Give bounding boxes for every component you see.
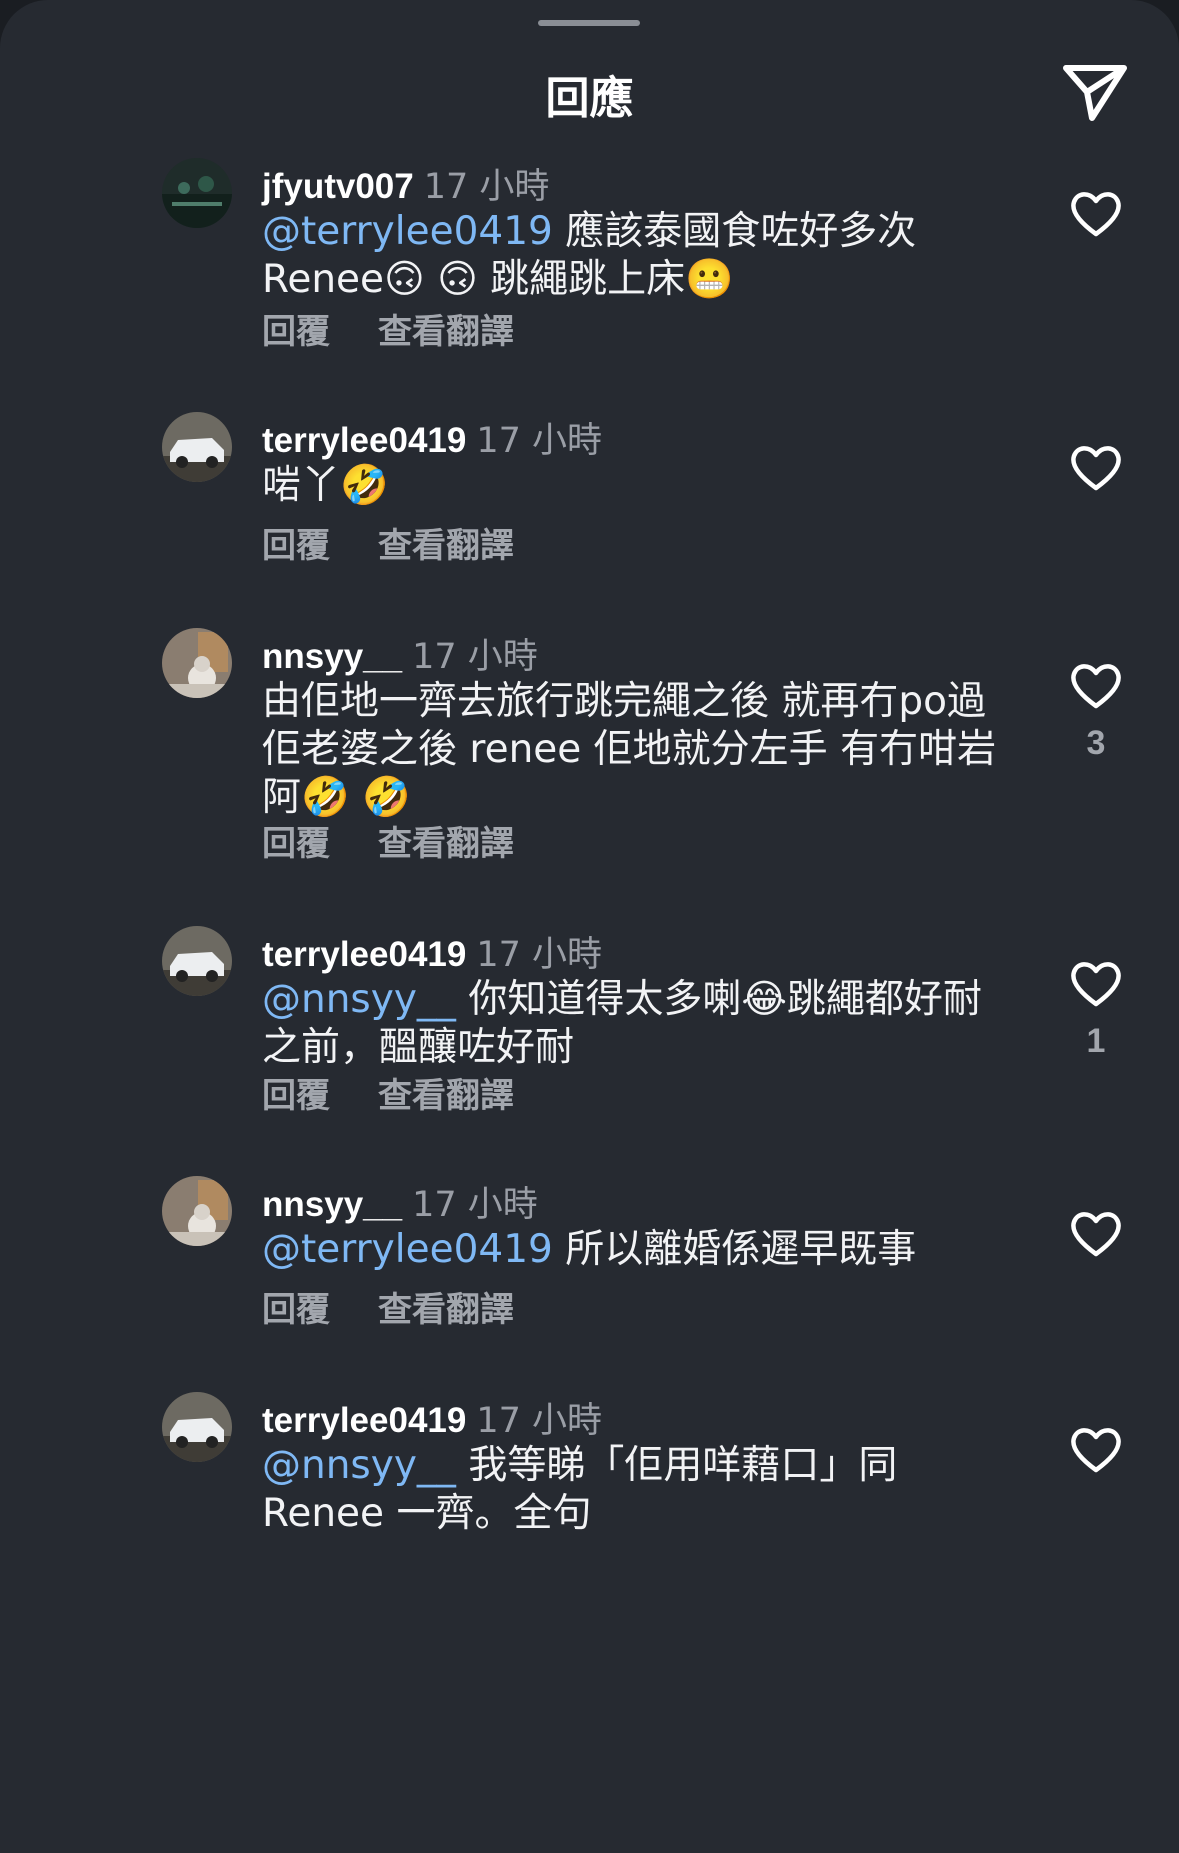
reply-button[interactable]: 回覆 xyxy=(262,312,330,352)
timestamp: 17 小時 xyxy=(476,935,603,975)
heart-outline-icon[interactable] xyxy=(1068,958,1124,1010)
comment-header: jfyutv007 17 小時 xyxy=(262,158,549,207)
username[interactable]: nnsyy__ xyxy=(262,637,402,676)
comment-text: @terrylee0419 應該泰國食咗好多次 Renee🙃 🙃 跳繩跳上床😬 xyxy=(262,208,1002,304)
username[interactable]: terrylee0419 xyxy=(262,421,466,460)
heart-outline-icon[interactable] xyxy=(1068,188,1124,240)
username[interactable]: terrylee0419 xyxy=(262,1401,466,1440)
comment-body: 所以離婚係遲早既事 xyxy=(552,1227,917,1272)
comments-sheet: 回應 jfyutv007 17 小時 @terrylee0419 應該泰國食咗好多… xyxy=(0,0,1179,1853)
timestamp: 17 小時 xyxy=(412,1185,538,1225)
comment-header: terrylee0419 17 小時 xyxy=(262,926,602,975)
timestamp: 17 小時 xyxy=(412,637,538,677)
like-count: 3 xyxy=(1086,724,1106,762)
sheet-title: 回應 xyxy=(545,73,634,124)
avatar[interactable] xyxy=(162,412,232,482)
see-translation-button[interactable]: 查看翻譯 xyxy=(378,1290,514,1330)
comment-body: 啱丫🤣 xyxy=(262,463,389,508)
avatar[interactable] xyxy=(162,1392,232,1462)
like-count: 1 xyxy=(1086,1022,1106,1060)
avatar[interactable] xyxy=(162,1176,232,1246)
comment-text: @terrylee0419 所以離婚係遲早既事 xyxy=(262,1226,1002,1274)
heart-outline-icon[interactable] xyxy=(1068,1424,1124,1476)
see-translation-button[interactable]: 查看翻譯 xyxy=(378,526,514,566)
heart-outline-icon[interactable] xyxy=(1068,1208,1124,1260)
comment-text: @nnsyy__ 你知道得太多喇😂跳繩都好耐之前，醞釀咗好耐 xyxy=(262,976,1002,1072)
comment-actions: 回覆 查看翻譯 xyxy=(262,1282,514,1331)
avatar[interactable] xyxy=(162,158,232,228)
reply-button[interactable]: 回覆 xyxy=(262,526,330,566)
reply-button[interactable]: 回覆 xyxy=(262,1290,330,1330)
comment-actions: 回覆 查看翻譯 xyxy=(262,518,514,567)
avatar[interactable] xyxy=(162,926,232,996)
timestamp: 17 小時 xyxy=(476,421,603,461)
see-translation-button[interactable]: 查看翻譯 xyxy=(378,312,514,352)
comment-header: nnsyy__ 17 小時 xyxy=(262,628,538,677)
comment-text: @nnsyy__ 我等睇「佢用咩藉口」同 Renee 一齊。全句 xyxy=(262,1442,1002,1538)
heart-outline-icon[interactable] xyxy=(1068,442,1124,494)
username[interactable]: jfyutv007 xyxy=(262,167,414,206)
timestamp: 17 小時 xyxy=(476,1401,603,1441)
mention-link[interactable]: @terrylee0419 xyxy=(262,209,553,254)
mention-link[interactable]: @nnsyy__ xyxy=(262,1443,456,1488)
username[interactable]: nnsyy__ xyxy=(262,1185,402,1224)
heart-outline-icon[interactable] xyxy=(1068,660,1124,712)
timestamp: 17 小時 xyxy=(423,167,550,207)
reply-button[interactable]: 回覆 xyxy=(262,824,330,864)
comment-header: terrylee0419 17 小時 xyxy=(262,1392,602,1441)
sheet-grabber-handle[interactable] xyxy=(538,20,640,26)
comment-actions: 回覆 查看翻譯 xyxy=(262,816,514,865)
send-icon[interactable] xyxy=(1058,58,1132,126)
comment-header: nnsyy__ 17 小時 xyxy=(262,1176,538,1225)
see-translation-button[interactable]: 查看翻譯 xyxy=(378,1076,514,1116)
mention-link[interactable]: @terrylee0419 xyxy=(262,1227,553,1272)
avatar[interactable] xyxy=(162,628,232,698)
mention-link[interactable]: @nnsyy__ xyxy=(262,977,456,1022)
comment-header: terrylee0419 17 小時 xyxy=(262,412,602,461)
comment-text: 啱丫🤣 xyxy=(262,462,1002,510)
comment-body: 由佢地一齊去旅行跳完繩之後 就再冇po過佢老婆之後 renee 佢地就分左手 有… xyxy=(262,679,997,820)
see-translation-button[interactable]: 查看翻譯 xyxy=(378,824,514,864)
username[interactable]: terrylee0419 xyxy=(262,935,466,974)
reply-button[interactable]: 回覆 xyxy=(262,1076,330,1116)
comment-text: 由佢地一齊去旅行跳完繩之後 就再冇po過佢老婆之後 renee 佢地就分左手 有… xyxy=(262,678,1002,822)
comment-actions: 回覆 查看翻譯 xyxy=(262,304,514,353)
comment-actions: 回覆 查看翻譯 xyxy=(262,1068,514,1117)
